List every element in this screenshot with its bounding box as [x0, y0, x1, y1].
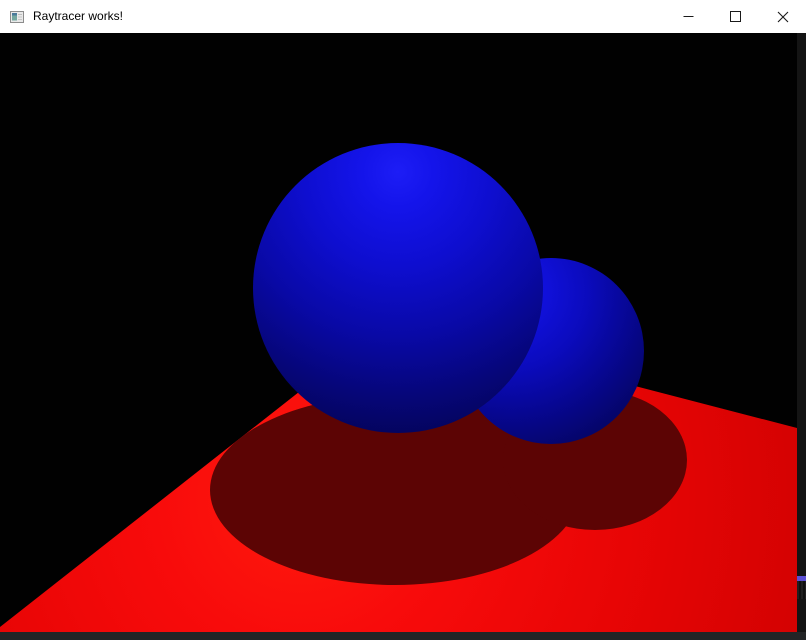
app-icon — [9, 9, 25, 25]
window-edge-bottom — [0, 632, 806, 640]
large-blue-sphere — [253, 143, 543, 433]
render-artifact-noise — [797, 581, 806, 599]
maximize-icon — [730, 11, 741, 22]
maximize-button[interactable] — [712, 0, 759, 33]
minimize-button[interactable] — [665, 0, 712, 33]
window-controls — [665, 0, 806, 33]
minimize-icon — [683, 11, 694, 22]
window-title: Raytracer works! — [33, 0, 123, 33]
app-window: Raytracer works! — [0, 0, 806, 640]
raytracer-viewport — [0, 33, 797, 632]
close-icon — [777, 11, 789, 23]
window-edge-right — [797, 33, 806, 632]
titlebar: Raytracer works! — [0, 0, 806, 33]
default-app-icon — [9, 9, 25, 25]
close-button[interactable] — [759, 0, 806, 33]
